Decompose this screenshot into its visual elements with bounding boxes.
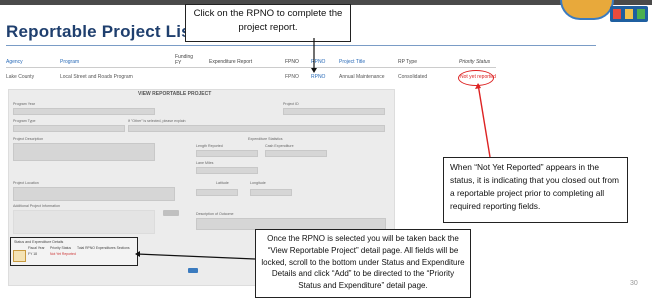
label-additional-info: Additional Project Information — [13, 204, 60, 208]
program-type-field — [13, 125, 125, 132]
label-length-reported: Length Reported — [196, 144, 223, 148]
rpno-link[interactable]: RPNO — [311, 74, 325, 80]
other-explain-field — [128, 125, 385, 132]
col-agency[interactable]: Agency — [6, 59, 23, 65]
cell-program: Local Street and Roads Program — [60, 74, 133, 80]
label-program-year: Program Year — [13, 102, 35, 106]
save-button[interactable] — [188, 268, 198, 273]
label-project-description: Project Description — [13, 137, 44, 141]
status-box-title: Status and Expenditure Details — [14, 240, 64, 244]
status-cell-fiscal-year: FY 18 — [28, 252, 37, 256]
cash-expenditure-field — [265, 150, 327, 157]
program-year-field — [13, 108, 155, 115]
additional-info-field — [13, 210, 155, 234]
panel-title: VIEW REPORTABLE PROJECT — [138, 91, 212, 97]
label-latitude: Latitude — [216, 181, 229, 185]
latitude-field — [196, 189, 238, 196]
cell-rp-type: Consolidated — [398, 74, 428, 80]
col-priority-status: Priority Status — [459, 59, 491, 65]
label-longitude: Longitude — [250, 181, 266, 185]
col-expenditure-report: Expenditure Report — [209, 59, 253, 65]
cell-fpno: FPNO — [285, 74, 299, 80]
lane-miles-field — [196, 167, 258, 174]
title-rule — [6, 45, 596, 46]
label-project-id: Project ID — [283, 102, 299, 106]
label-description-of-outcome: Description of Outcome — [196, 212, 234, 216]
label-program-type: Program Type — [13, 119, 36, 123]
col-project-title[interactable]: Project Title — [339, 59, 365, 65]
col-program[interactable]: Program — [60, 59, 79, 65]
page-title: Reportable Project List — [6, 22, 197, 41]
callout-view-page: Once the RPNO is selected you will be ta… — [255, 229, 471, 298]
col-funding-fy: Funding FY — [175, 54, 194, 66]
col-rp-type: RP Type — [398, 59, 417, 65]
add-button[interactable] — [13, 250, 26, 262]
col-rpno[interactable]: RPNO — [311, 59, 325, 65]
label-cash-expenditure: Cash Expenditure — [265, 144, 294, 148]
longitude-field — [250, 189, 292, 196]
page-number: 30 — [630, 280, 638, 287]
status-cell-priority-status: Not Yet Reported — [50, 252, 76, 256]
status-head-fiscal-year: Fiscal Year — [28, 246, 45, 250]
logo-people-icon — [610, 6, 648, 22]
label-lane-miles: Lane Miles — [196, 161, 214, 165]
label-expenditure-statistics: Expenditure Statistics — [248, 137, 283, 141]
arrowhead-rpno — [311, 68, 317, 73]
arrow-not-reported — [477, 83, 491, 158]
status-badge: Not yet reported — [460, 74, 496, 80]
label-other-explain: If "Other" is selected, please explain — [128, 119, 186, 123]
cell-project-title: Annual Maintenance — [339, 74, 385, 80]
logo-seal-icon — [560, 0, 614, 20]
cell-agency: Lake County — [6, 74, 35, 80]
callout-not-reported: When “Not Yet Reported” appears in the s… — [443, 157, 628, 223]
label-project-location: Project Location — [13, 181, 39, 185]
table-header-rule — [6, 67, 496, 68]
info-button — [163, 210, 179, 216]
project-description-field — [13, 143, 155, 161]
col-fpno: FPNO — [285, 59, 299, 65]
length-reported-field — [196, 150, 258, 157]
project-location-field — [13, 187, 175, 201]
status-head-priority-status: Priority Status — [50, 246, 72, 250]
project-id-field — [283, 108, 385, 115]
callout-rpno: Click on the RPNO to complete the projec… — [185, 4, 351, 42]
status-head-total: Total RPNO Expenditures Sections — [77, 246, 130, 250]
